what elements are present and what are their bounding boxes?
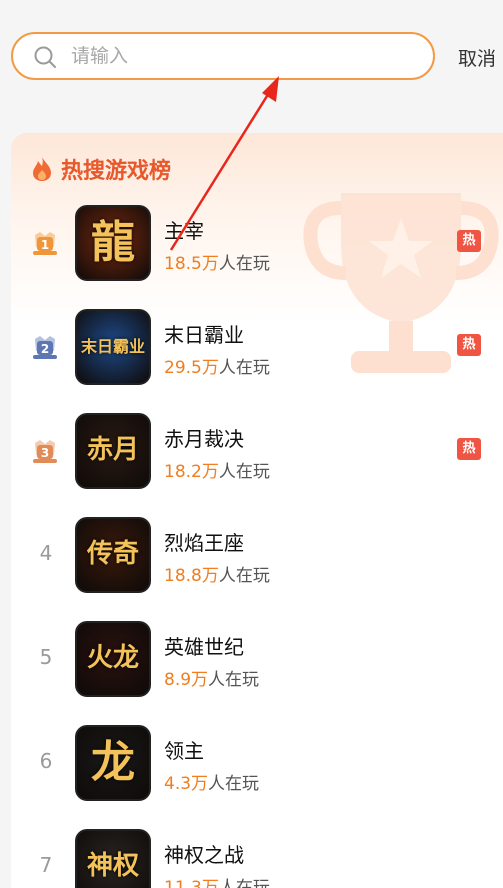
rank-number: 4 <box>39 541 53 565</box>
player-count: 29.5万人在玩 <box>164 353 270 378</box>
rank-number: 6 <box>39 749 53 773</box>
rank-number: 1 <box>41 238 49 252</box>
player-count-suffix: 人在玩 <box>218 358 270 378</box>
game-name: 英雄世纪 <box>164 635 244 659</box>
player-count: 8.9万人在玩 <box>164 665 259 690</box>
game-name: 赤月裁决 <box>164 427 244 451</box>
game-icon[interactable]: 赤月 <box>75 413 151 489</box>
player-count: 4.3万人在玩 <box>164 769 259 794</box>
game-icon-art: 末日霸业 <box>80 336 145 356</box>
player-count-suffix: 人在玩 <box>208 670 260 690</box>
game-icon[interactable]: 传奇 <box>75 517 151 593</box>
rank-medal-icon: 3 <box>33 440 57 463</box>
panel-title-text: 热搜游戏榜 <box>61 159 172 184</box>
rank-number: 7 <box>39 853 53 877</box>
player-count-suffix: 人在玩 <box>218 566 270 586</box>
game-icon[interactable]: 龍 <box>75 205 151 281</box>
rank-number: 3 <box>41 446 49 460</box>
player-count-number: 4.3万 <box>164 774 209 794</box>
player-count: 18.5万人在玩 <box>164 249 270 274</box>
player-count: 18.2万人在玩 <box>164 457 270 482</box>
game-row[interactable]: 1 龍 主宰 18.5万人在玩 热 <box>11 203 503 283</box>
player-count-suffix: 人在玩 <box>208 774 260 794</box>
player-count: 11.3万人在玩 <box>164 873 270 888</box>
game-icon-art: 火龙 <box>86 643 139 674</box>
player-count-number: 8.9万 <box>164 670 209 690</box>
search-input[interactable] <box>71 34 421 78</box>
hot-list-panel: 热搜游戏榜 1 龍主宰 18.5万人在玩热 2 末日霸业 末日霸业 29.5万人在玩热 3 赤月… <box>11 133 503 888</box>
rank-number: 2 <box>41 342 49 356</box>
game-icon-art: 赤月 <box>86 435 139 466</box>
player-count-number: 18.2万 <box>164 462 219 482</box>
rank-medal-icon: 1 <box>33 232 57 255</box>
game-icon[interactable]: 神权 <box>75 829 151 888</box>
game-name: 烈焰王座 <box>164 531 244 555</box>
player-count-number: 18.8万 <box>164 566 219 586</box>
game-icon-art: 龍 <box>91 216 135 268</box>
player-count-number: 18.5万 <box>164 254 219 274</box>
player-count-number: 11.3万 <box>164 878 219 888</box>
game-icon[interactable]: 龙 <box>75 725 151 801</box>
flame-icon <box>33 157 51 181</box>
game-icon-art: 传奇 <box>86 539 139 570</box>
game-row[interactable]: 7 神权 神权之战 11.3万人在玩 <box>11 827 503 888</box>
player-count-suffix: 人在玩 <box>218 878 270 888</box>
game-row[interactable]: 3 赤月 赤月裁决 18.2万人在玩 热 <box>11 411 503 491</box>
game-icon[interactable]: 末日霸业 <box>75 309 151 385</box>
game-icon-art: 神权 <box>86 851 139 882</box>
player-count-number: 29.5万 <box>164 358 219 378</box>
hot-badge: 热 <box>457 334 481 356</box>
game-name: 主宰 <box>164 219 204 243</box>
game-name: 末日霸业 <box>164 323 244 347</box>
hot-badge: 热 <box>457 438 481 460</box>
hot-badge: 热 <box>457 230 481 252</box>
game-row[interactable]: 2 末日霸业 末日霸业 29.5万人在玩 热 <box>11 307 503 387</box>
game-row[interactable]: 4 传奇 烈焰王座 18.8万人在玩 <box>11 515 503 595</box>
search-bar[interactable] <box>11 32 435 80</box>
game-row[interactable]: 6 龙 领主 4.3万人在玩 <box>11 723 503 803</box>
player-count-suffix: 人在玩 <box>218 254 270 274</box>
game-name: 领主 <box>164 739 204 763</box>
player-count: 18.8万人在玩 <box>164 561 270 586</box>
player-count-suffix: 人在玩 <box>218 462 270 482</box>
rank-medal-icon: 2 <box>33 336 57 359</box>
game-icon[interactable]: 火龙 <box>75 621 151 697</box>
game-name: 神权之战 <box>164 843 244 867</box>
search-icon <box>34 46 56 68</box>
panel-title: 热搜游戏榜 <box>31 153 171 185</box>
rank-number: 5 <box>39 645 53 669</box>
game-icon-art: 龙 <box>91 736 135 788</box>
game-row[interactable]: 5 火龙 英雄世纪 8.9万人在玩 <box>11 619 503 699</box>
cancel-button[interactable]: 取消 <box>458 44 496 71</box>
